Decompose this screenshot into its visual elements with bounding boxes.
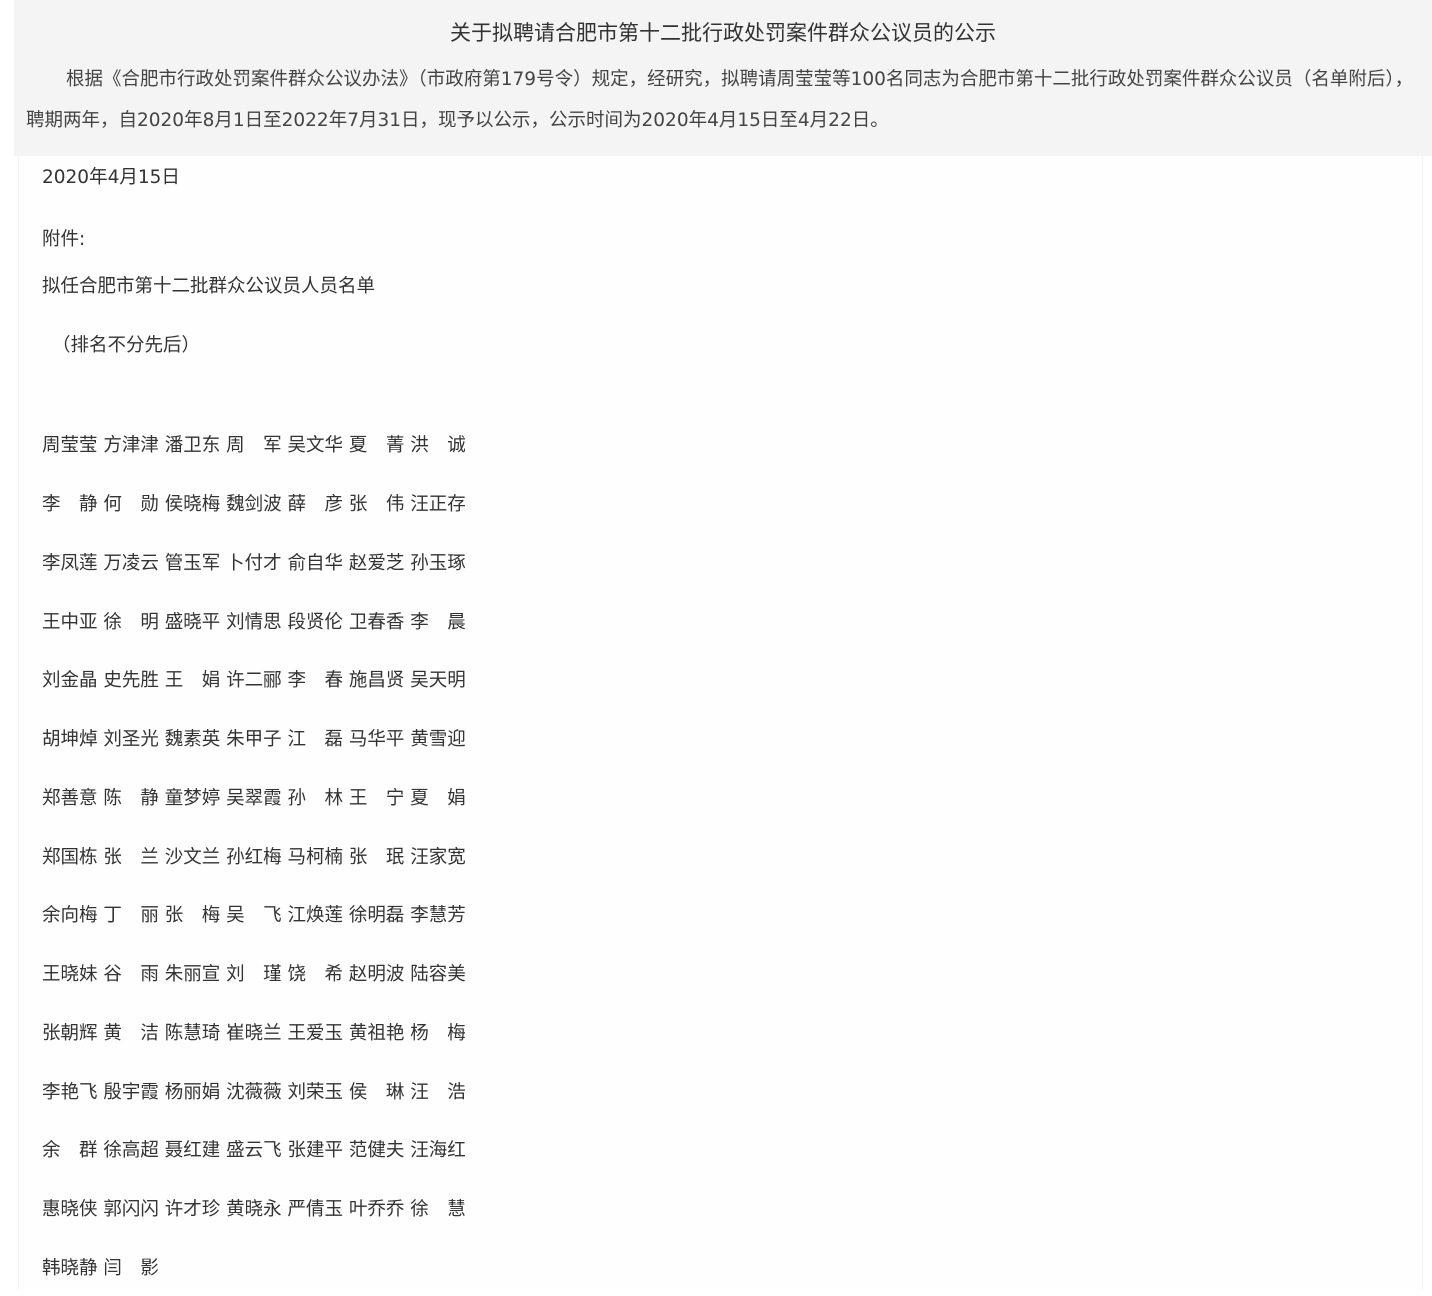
name-row: 胡坤焯 刘圣光 魏素英 朱甲子 江 磊 马华平 黄雪迎	[42, 729, 466, 750]
name-row: 张朝辉 黄 洁 陈慧琦 崔晓兰 王爱玉 黄祖艳 杨 梅	[42, 1023, 466, 1044]
announcement-body: 2020年4月15日 附件: 拟任合肥市第十二批群众公议员人员名单 （排名不分先…	[18, 156, 1423, 1289]
name-row: 韩晓静 闫 影	[42, 1258, 159, 1279]
publish-date: 2020年4月15日	[42, 167, 180, 188]
name-row: 郑善意 陈 静 童梦婷 吴翠霞 孙 林 王 宁 夏 娟	[42, 788, 466, 809]
page-title: 关于拟聘请合肥市第十二批行政处罚案件群众公议员的公示	[450, 21, 996, 45]
name-row: 惠晓侠 郭闪闪 许才珍 黄晓永 严倩玉 叶乔乔 徐 慧	[42, 1199, 466, 1220]
name-row: 李凤莲 万凌云 管玉军 卜付才 俞自华 赵爱芝 孙玉琢	[42, 553, 466, 574]
attachment-label: 附件:	[42, 229, 86, 250]
name-row: 余 群 徐高超 聂红建 盛云飞 张建平 范健夫 汪海红	[42, 1140, 466, 1161]
name-row: 周莹莹 方津津 潘卫东 周 军 吴文华 夏 菁 洪 诚	[42, 435, 466, 456]
list-title: 拟任合肥市第十二批群众公议员人员名单	[42, 276, 376, 297]
name-row: 王中亚 徐 明 盛晓平 刘情思 段贤伦 卫春香 李 晨	[42, 612, 466, 633]
name-row: 李艳飞 殷宇霞 杨丽娟 沈薇薇 刘荣玉 侯 琳 汪 浩	[42, 1082, 466, 1103]
order-note: （排名不分先后）	[52, 335, 201, 356]
name-row: 王晓妹 谷 雨 朱丽宣 刘 瑾 饶 希 赵明波 陆容美	[42, 964, 466, 985]
name-row: 郑国栋 张 兰 沙文兰 孙红梅 马柯楠 张 珉 汪家宽	[42, 847, 466, 868]
announcement-header: 关于拟聘请合肥市第十二批行政处罚案件群众公议员的公示 根据《合肥市行政处罚案件群…	[14, 0, 1432, 156]
name-row: 李 静 何 勋 侯晓梅 魏剑波 薛 彦 张 伟 汪正存	[42, 494, 466, 515]
name-row: 刘金晶 史先胜 王 娟 许二郦 李 春 施昌贤 吴天明	[42, 670, 466, 691]
name-row: 余向梅 丁 丽 张 梅 吴 飞 江焕莲 徐明磊 李慧芳	[42, 905, 466, 926]
intro-paragraph: 根据《合肥市行政处罚案件群众公议办法》（市政府第179号令）规定，经研究，拟聘请…	[26, 69, 1414, 131]
